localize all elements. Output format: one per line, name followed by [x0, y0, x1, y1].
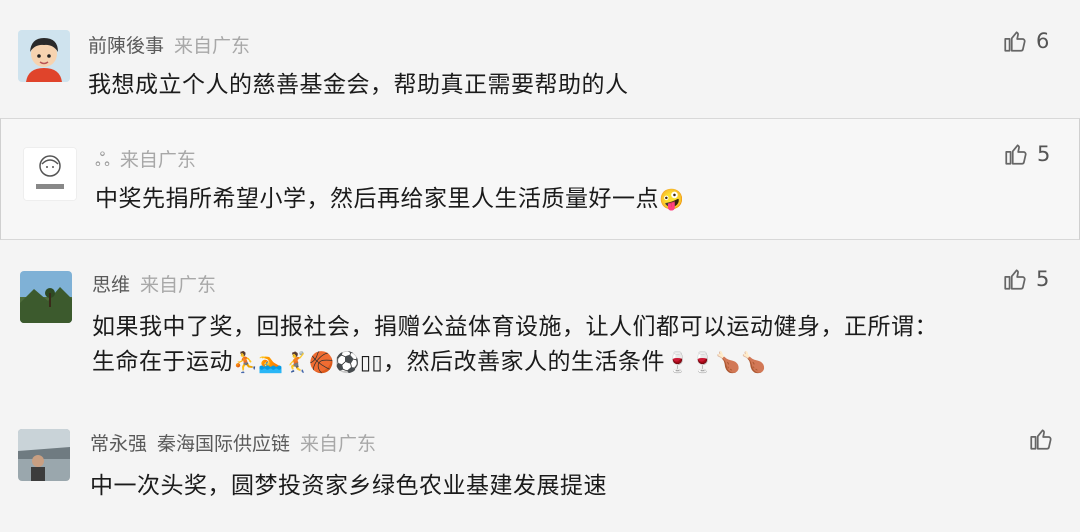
sports-emojis: ⛹🏊🤾🏀⚽▯▯ [233, 350, 384, 374]
comment-text: 中奖先捐所希望小学，然后再给家里人生活质量好一点🤪 [95, 179, 684, 213]
thumbs-up-icon [1004, 31, 1026, 52]
avatar[interactable] [18, 429, 70, 481]
like-count: 5 [1037, 142, 1051, 166]
thumbs-up-icon [1004, 269, 1026, 290]
username[interactable]: 常永强 [90, 433, 147, 455]
username[interactable]: 前陳後事 [88, 35, 164, 57]
comment-meta: ஃ 来自广东 [95, 145, 196, 174]
cartoon-boy-avatar-icon [18, 30, 70, 82]
comment-meta: 思维 来自广东 [92, 270, 216, 297]
food-emojis: 🍷🍷🍗🍗 [665, 350, 767, 374]
like-button[interactable]: 5 [1003, 141, 1050, 167]
avatar[interactable] [20, 271, 72, 323]
comment-3: 思维 来自广东 如果我中了奖，回报社会，捐赠公益体育设施，让人们都可以运动健身，正… [0, 241, 1080, 391]
thumbs-up-icon [1005, 144, 1027, 165]
location: 来自广东 [300, 433, 377, 455]
photo-avatar-icon [18, 429, 70, 481]
comment-text: 中一次头奖，圆梦投资家乡绿色农业基建发展提速 [90, 473, 607, 499]
comment-meta: 前陳後事 来自广东 [88, 31, 250, 58]
like-button[interactable]: 6 [1002, 28, 1049, 54]
landscape-avatar-icon [20, 271, 72, 323]
comment-text: 我想成立个人的慈善基金会，帮助真正需要帮助的人 [88, 72, 629, 98]
user-badge-icon: ஃ [95, 149, 110, 171]
like-button[interactable] [1028, 426, 1062, 452]
like-count: 5 [1036, 267, 1050, 291]
comment-4: 常永强 秦海国际供应链 来自广东 中一次头奖，圆梦投资家乡绿色农业基建发展提速 [0, 391, 1080, 532]
location: 来自广东 [119, 149, 196, 171]
comment-text-body: 生命在于运动 [92, 349, 233, 375]
thumbs-up-icon [1030, 429, 1052, 450]
location: 来自广东 [140, 274, 217, 296]
comment-1: 前陳後事 来自广东 我想成立个人的慈善基金会，帮助真正需要帮助的人 6 [0, 0, 1080, 118]
comment-meta: 常永强 秦海国际供应链 来自广东 [90, 429, 376, 456]
like-button[interactable]: 5 [1002, 266, 1049, 292]
comment-text-body: 中奖先捐所希望小学，然后再给家里人生活质量好一点 [95, 186, 659, 212]
zany-face-emoji: 🤪 [659, 187, 685, 211]
avatar[interactable] [18, 30, 70, 82]
comment-text-body-2: ，然后改善家人的生活条件 [383, 349, 666, 375]
avatar[interactable] [23, 147, 77, 201]
username[interactable]: 思维 [92, 274, 130, 296]
like-count: 6 [1036, 29, 1050, 53]
comment-2: ஃ 来自广东 中奖先捐所希望小学，然后再给家里人生活质量好一点🤪 5 [0, 118, 1080, 240]
user-affiliation: 秦海国际供应链 [157, 433, 291, 455]
comment-text-line-2: 生命在于运动⛹🏊🤾🏀⚽▯▯，然后改善家人的生活条件🍷🍷🍗🍗 [92, 342, 767, 376]
line-drawing-avatar-icon [24, 148, 76, 200]
location: 来自广东 [174, 35, 251, 57]
comment-text-line-1: 如果我中了奖，回报社会，捐赠公益体育设施，让人们都可以运动健身，正所谓： [92, 314, 938, 340]
